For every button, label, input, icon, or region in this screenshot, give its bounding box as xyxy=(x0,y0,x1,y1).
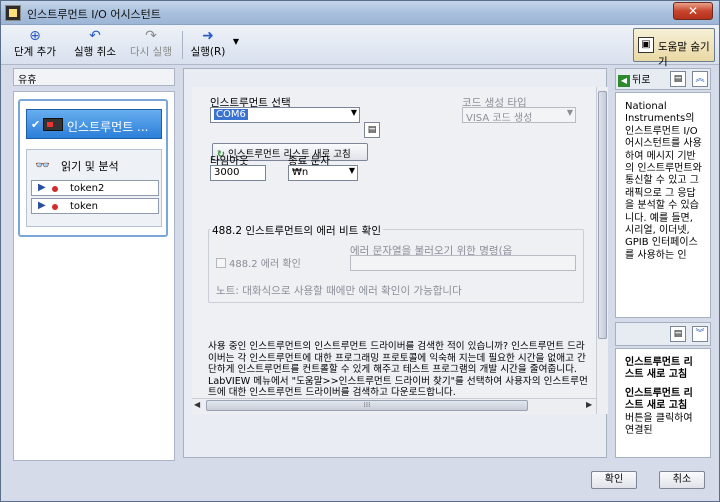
help-overview-text: National Instruments의 인스트루먼트 I/O 어시스턴트를 … xyxy=(615,92,711,318)
run-button[interactable]: ➜ 실행(R) xyxy=(187,28,229,59)
timeout-value: 3000 xyxy=(214,167,240,178)
expand-down-icon[interactable]: ︾ xyxy=(692,326,708,342)
scroll-thumb[interactable]: ⁞⁞⁞ xyxy=(206,400,528,411)
configuration-content: 인스트루먼트 선택 COM6 ▼ ▤ ↻ 인스트루먼트 리스트 새로 고침 코드… xyxy=(192,87,596,414)
undo-label: 실행 취소 xyxy=(74,46,116,58)
collapse-up-icon[interactable]: ︽ xyxy=(692,71,708,87)
play-arrow-icon: ▶ xyxy=(38,182,46,193)
title-bar[interactable]: 인스트루먼트 I/O 어시스턴트 ✕ xyxy=(1,1,719,25)
redo-icon: ↷ xyxy=(145,28,157,44)
red-dot-icon xyxy=(52,204,58,210)
error-check-label: 488.2 에러 확인 xyxy=(229,259,301,270)
chevron-down-icon: ▼ xyxy=(350,108,357,117)
back-button[interactable]: ◀ 뒤로 xyxy=(618,71,658,87)
help-toolbar: ◀ 뒤로 ▤ ︽ xyxy=(615,68,711,90)
step-select-instrument[interactable]: ✔ 인스트루먼트 ... xyxy=(26,109,162,139)
termination-char-select[interactable]: ₩n ▼ xyxy=(288,165,358,181)
instrument-io-assistant-window: 인스트루먼트 I/O 어시스턴트 ✕ ⊕ 단계 추가 ↶ 실행 취소 ↷ 다시 … xyxy=(0,0,720,502)
back-label: 뒤로 xyxy=(632,75,651,86)
token-name: token xyxy=(70,201,98,212)
instrument-icon xyxy=(43,118,63,131)
chevron-down-icon: ▼ xyxy=(348,166,355,175)
step-label: 인스트루먼트 ... xyxy=(67,120,149,134)
codegen-select[interactable]: VISA 코드 생성 ▼ xyxy=(462,107,576,124)
scroll-thumb[interactable] xyxy=(598,91,607,339)
add-step-label: 단계 추가 xyxy=(14,46,56,58)
horizontal-scrollbar[interactable]: ◀ ⁞⁞⁞ ▶ xyxy=(192,398,596,412)
back-arrow-icon: ◀ xyxy=(618,75,630,87)
undo-icon: ↶ xyxy=(89,28,101,44)
play-arrow-icon: ▶ xyxy=(38,200,46,211)
run-arrow-icon: ➜ xyxy=(202,28,214,44)
error-note: 노트: 대화식으로 사용할 때에만 에러 확인이 가능합니다 xyxy=(216,285,462,297)
scroll-right-icon[interactable]: ▶ xyxy=(586,400,592,409)
steps-panel: ✔ 인스트루먼트 ... 👓 읽기 및 분석 ▶ token2 ▶ token xyxy=(13,91,175,461)
add-step-button[interactable]: ⊕ 단계 추가 xyxy=(9,28,61,59)
checkbox-icon xyxy=(216,258,226,268)
help-context-title: 인스트루먼트 리스트 새로 고침 xyxy=(625,357,693,381)
help-window-icon: ▣ xyxy=(638,37,654,53)
vertical-scrollbar[interactable] xyxy=(596,87,608,414)
timeout-input[interactable]: 3000 xyxy=(210,165,266,181)
driver-description: 사용 중인 인스트루먼트의 인스트루먼트 드라이버를 검색한 적이 있습니까? … xyxy=(208,341,588,399)
glasses-icon: 👓 xyxy=(35,158,50,172)
red-dot-icon xyxy=(52,186,58,192)
ok-button[interactable]: 확인 xyxy=(591,471,637,489)
instrument-select[interactable]: COM6 ▼ xyxy=(210,107,360,123)
checkmark-icon: ✔ xyxy=(31,118,41,131)
steps-sequence-frame: ✔ 인스트루먼트 ... 👓 읽기 및 분석 ▶ token2 ▶ token xyxy=(18,99,168,237)
add-icon: ⊕ xyxy=(29,28,41,44)
step-label: 읽기 및 분석 xyxy=(61,160,119,173)
codegen-value: VISA 코드 생성 xyxy=(466,113,533,124)
token-name: token2 xyxy=(70,183,105,194)
scroll-left-icon[interactable]: ◀ xyxy=(194,400,200,409)
configuration-panel: 인스트루먼트 선택 COM6 ▼ ▤ ↻ 인스트루먼트 리스트 새로 고침 코드… xyxy=(183,68,608,458)
undo-button[interactable]: ↶ 실행 취소 xyxy=(67,28,123,59)
token-item[interactable]: ▶ token xyxy=(31,198,159,214)
run-label: 실행(R) xyxy=(190,46,226,58)
window-title: 인스트루먼트 I/O 어시스턴트 xyxy=(27,8,161,21)
error-check-checkbox[interactable]: 488.2 에러 확인 xyxy=(216,255,301,270)
run-dropdown-chevron-icon[interactable]: ▼ xyxy=(231,37,241,46)
error-group-title: 488.2 인스트루먼트의 에러 비트 확인 xyxy=(210,223,383,238)
instrument-properties-icon[interactable]: ▤ xyxy=(364,122,380,138)
chevron-down-icon: ▼ xyxy=(566,108,573,117)
hide-help-button[interactable]: ▣ 도움말 숨기기 xyxy=(633,28,715,68)
cancel-button[interactable]: 취소 xyxy=(659,471,705,489)
redo-button[interactable]: ↷ 다시 실행 xyxy=(125,28,177,59)
toolbar-separator xyxy=(182,31,183,59)
step-read-and-analyze[interactable]: 👓 읽기 및 분석 ▶ token2 ▶ token xyxy=(26,149,162,227)
help-context-toolbar: ▤ ︾ xyxy=(615,322,711,346)
error-command-input[interactable] xyxy=(350,255,576,271)
help-panel: ◀ 뒤로 ▤ ︽ National Instruments의 인스트루먼트 I/O… xyxy=(615,68,711,458)
status-idle: 유휴 xyxy=(13,68,175,86)
help-context-body: 버튼을 클릭하여 연결된 xyxy=(625,412,693,437)
help-context-subtitle: 인스트루먼트 리스트 새로 고침 xyxy=(625,387,693,412)
help-window-icon[interactable]: ▤ xyxy=(670,71,686,87)
instrument-select-value: COM6 xyxy=(214,109,248,120)
hide-help-label: 도움말 숨기기 xyxy=(658,41,710,68)
labview-app-icon xyxy=(5,5,21,21)
token-item[interactable]: ▶ token2 xyxy=(31,180,159,196)
toolbar: ⊕ 단계 추가 ↶ 실행 취소 ↷ 다시 실행 ➜ 실행(R) ▼ ▣ 도움말 … xyxy=(1,25,719,68)
close-button[interactable]: ✕ xyxy=(673,2,713,20)
redo-label: 다시 실행 xyxy=(130,46,172,58)
help-context-text: 인스트루먼트 리스트 새로 고침 인스트루먼트 리스트 새로 고침 버튼을 클릭… xyxy=(615,348,711,458)
help-window-icon[interactable]: ▤ xyxy=(670,326,686,342)
termination-char-value: ₩n xyxy=(292,167,309,178)
